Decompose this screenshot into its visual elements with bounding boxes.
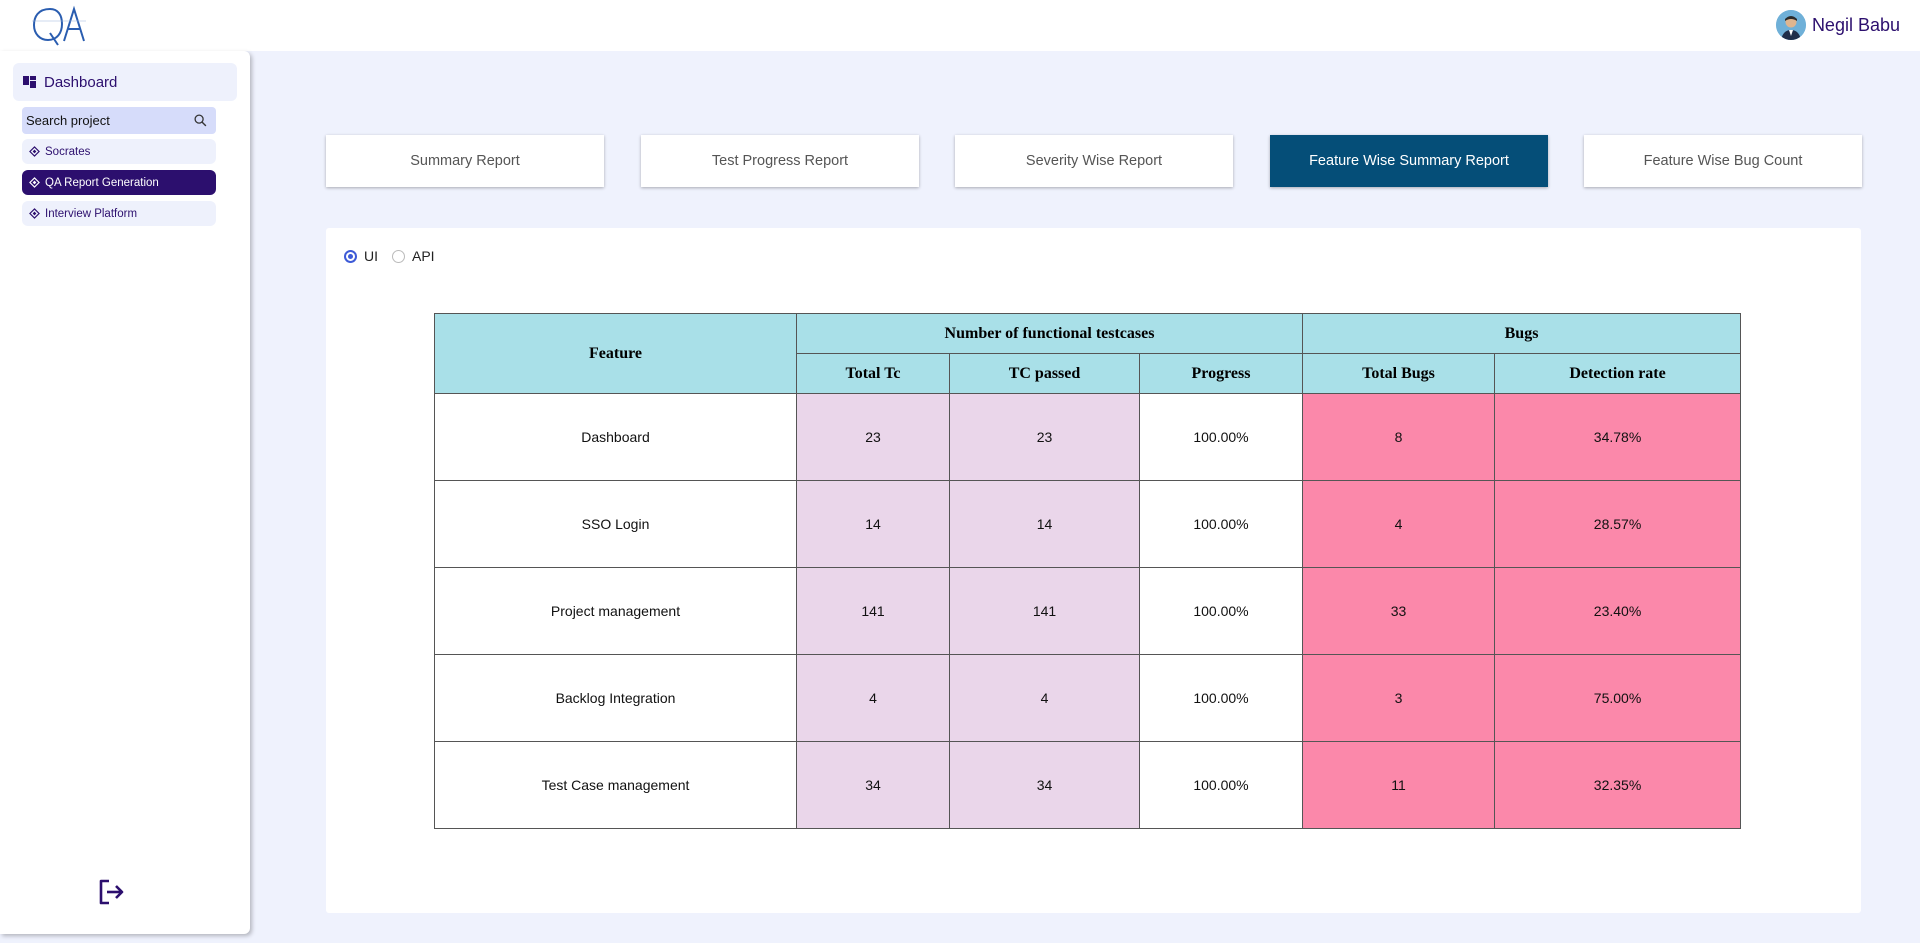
table-row: Backlog Integration 4 4 100.00% 3 75.00% [434,654,1742,742]
sidebar-item-interview-platform[interactable]: Interview Platform [22,201,216,226]
user-name: Negil Babu [1811,14,1900,35]
cell-detection-rate: 75.00% [1494,654,1742,742]
cell-feature: Backlog Integration [434,654,797,742]
cell-total-tc: 4 [796,654,950,742]
radio-api-label: API [412,248,435,264]
cell-tc-passed: 34 [949,741,1140,829]
header-tc-passed: TC passed [949,353,1140,394]
cell-progress: 100.00% [1138,654,1304,742]
header-total-tc: Total Tc [796,353,950,394]
diamond-icon [28,177,40,189]
sidebar-item-socrates[interactable]: Socrates [22,139,216,164]
radio-api[interactable]: API [392,248,435,264]
cell-total-bugs: 4 [1302,480,1496,568]
tab-test-progress-report[interactable]: Test Progress Report [641,135,919,187]
cell-total-tc: 14 [796,480,950,568]
header-functional-testcases: Number of functional testcases [795,313,1304,354]
dashboard-label: Dashboard [44,73,118,91]
cell-tc-passed: 141 [949,567,1140,655]
table-row: Project management 141 141 100.00% 33 23… [434,567,1742,655]
cell-detection-rate: 28.57% [1494,480,1742,568]
cell-total-bugs: 33 [1302,567,1496,655]
type-filter: UI API [344,248,449,264]
cell-progress: 100.00% [1138,567,1304,655]
radio-ui[interactable]: UI [344,248,378,264]
radio-api-indicator[interactable] [392,249,405,263]
project-label: Socrates [45,145,91,158]
dashboard-grid-icon [23,75,36,89]
cell-total-tc: 34 [796,741,950,829]
cell-total-bugs: 11 [1302,741,1496,829]
table-row: Test Case management 34 34 100.00% 11 32… [434,741,1742,829]
header-feature: Feature [434,313,797,394]
cell-detection-rate: 34.78% [1494,393,1742,481]
cell-tc-passed: 4 [949,654,1140,742]
report-panel: UI API Feature Number of functional test… [326,228,1861,913]
search-project-input[interactable] [22,112,188,129]
sidebar-item-qa-report-generation[interactable]: QA Report Generation [22,170,216,195]
header-detection-rate: Detection rate [1494,353,1742,394]
header-progress: Progress [1138,353,1304,394]
cell-detection-rate: 23.40% [1494,567,1742,655]
project-label: QA Report Generation [45,176,159,189]
tab-feature-wise-summary-report[interactable]: Feature Wise Summary Report [1270,135,1548,187]
qa-logo[interactable] [28,3,90,47]
cell-progress: 100.00% [1138,480,1304,568]
table-row: SSO Login 14 14 100.00% 4 28.57% [434,480,1742,568]
search-icon[interactable] [190,111,210,131]
cell-total-bugs: 3 [1302,654,1496,742]
user-menu[interactable]: Negil Babu [1775,9,1900,41]
search-project-box [22,107,216,134]
header-bugs: Bugs [1302,313,1742,354]
tab-severity-wise-report[interactable]: Severity Wise Report [955,135,1233,187]
feature-summary-table: Feature Number of functional testcases B… [434,313,1742,829]
cell-feature: Test Case management [434,741,797,829]
cell-feature: SSO Login [434,480,797,568]
cell-progress: 100.00% [1138,393,1304,481]
dashboard-nav-item[interactable]: Dashboard [13,63,237,101]
cell-total-tc: 23 [796,393,950,481]
cell-total-tc: 141 [796,567,950,655]
tab-feature-wise-bug-count[interactable]: Feature Wise Bug Count [1584,135,1862,187]
cell-detection-rate: 32.35% [1494,741,1742,829]
diamond-icon [28,208,40,220]
cell-progress: 100.00% [1138,741,1304,829]
sidebar: Dashboard Socrates QA Report Generation … [0,51,250,934]
top-bar: Negil Babu [0,0,1920,51]
table-row: Dashboard 23 23 100.00% 8 34.78% [434,393,1742,481]
tab-summary-report[interactable]: Summary Report [326,135,604,187]
logout-icon[interactable] [96,877,126,907]
cell-tc-passed: 23 [949,393,1140,481]
radio-ui-label: UI [364,248,378,264]
cell-tc-passed: 14 [949,480,1140,568]
header-total-bugs: Total Bugs [1302,353,1496,394]
cell-feature: Project management [434,567,797,655]
radio-ui-indicator[interactable] [344,249,357,263]
cell-feature: Dashboard [434,393,797,481]
diamond-icon [28,146,40,158]
user-avatar [1775,10,1806,40]
cell-total-bugs: 8 [1302,393,1496,481]
project-label: Interview Platform [45,207,138,220]
